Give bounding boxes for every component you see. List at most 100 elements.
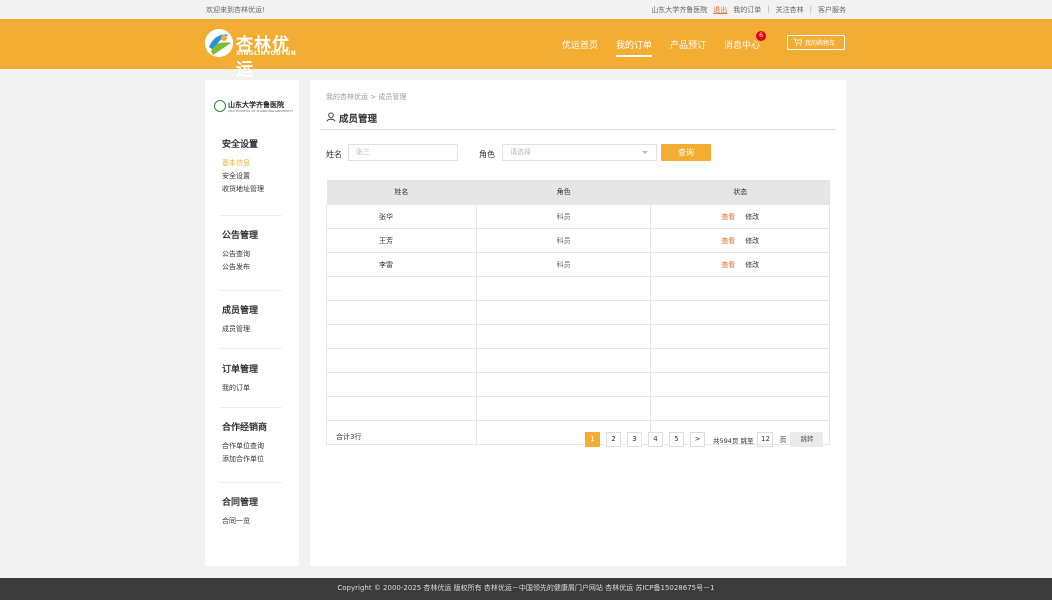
sidebar-item-basic-info[interactable]: 基本信息 — [222, 157, 264, 170]
my-orders-link[interactable]: 我的订单 — [733, 5, 761, 15]
role-select-value: 请选择 — [510, 148, 531, 156]
sidebar-group-contracts: 合同管理 合同一览 — [222, 495, 258, 528]
sidebar-item-my-orders[interactable]: 我的订单 — [222, 382, 258, 395]
hospital-emblem-icon — [214, 100, 226, 112]
logout-link[interactable]: 退出 — [713, 5, 727, 15]
empty-row — [326, 300, 830, 325]
cell-role: 科员 — [475, 252, 652, 277]
footer: Copyright © 2000-2025 杏林优运 版权所有 杏林优运－中国领… — [0, 578, 1052, 600]
breadcrumb: 我的杏林优运 > 成员管理 — [326, 93, 407, 101]
role-label: 角色 — [479, 150, 495, 159]
edit-link[interactable]: 修改 — [745, 237, 759, 245]
sidebar-group-notice: 公告管理 公告查询 公告发布 — [222, 228, 258, 274]
sidebar: 山东大学齐鲁医院 QILU HOSPITAL OF SHANDONG UNIVE… — [205, 80, 299, 566]
cart-icon — [793, 38, 803, 48]
sidebar-group-title: 合作经销商 — [222, 423, 268, 433]
sidebar-item-security-settings[interactable]: 安全设置 — [222, 170, 264, 183]
sidebar-group-title: 合同管理 — [222, 498, 259, 508]
separator: | — [767, 5, 770, 13]
column-header-name: 姓名 — [326, 180, 477, 205]
table-header-row: 姓名 角色 状态 — [326, 180, 830, 205]
column-header-role: 角色 — [476, 180, 651, 205]
sidebar-item-contract-list[interactable]: 合同一览 — [222, 515, 258, 528]
view-link[interactable]: 查看 — [721, 237, 735, 245]
sidebar-group-security: 安全设置 基本信息 安全设置 收货地址管理 — [222, 137, 264, 196]
sidebar-group-members: 成员管理 成员管理 — [222, 303, 258, 336]
title-divider — [320, 129, 836, 130]
members-table: 姓名 角色 状态 张华 科员 查看 修改 王芳 科员 查看 修改 李雷 科员 查看修… — [326, 180, 830, 445]
sidebar-item-members[interactable]: 成员管理 — [222, 323, 258, 336]
edit-link[interactable]: 修改 — [745, 213, 759, 221]
nav-product-booking[interactable]: 产品预订 — [670, 38, 706, 57]
page-button-3[interactable]: 3 — [627, 432, 642, 447]
top-bar: 欢迎来到杏林优运! 山东大学齐鲁医院 退出 我的订单 | 关注杏林 | 客户服务 — [0, 0, 1052, 19]
sidebar-group-title: 安全设置 — [222, 140, 259, 150]
site-logo[interactable]: 杏林优运 XINGLINYOUYUN — [205, 29, 305, 80]
divider — [220, 215, 282, 216]
nav-my-orders[interactable]: 我的订单 — [616, 38, 653, 57]
sidebar-item-partner-add[interactable]: 添加合作单位 — [222, 453, 267, 466]
cell-actions: 查看 修改 — [650, 252, 830, 277]
follow-link[interactable]: 关注杏林 — [776, 5, 804, 15]
role-select[interactable]: 请选择 — [502, 144, 657, 161]
empty-row — [326, 372, 830, 397]
message-count-badge: 6 — [756, 31, 767, 41]
page-button-2[interactable]: 2 — [606, 432, 621, 447]
page-info: 共594页 跳至 — [713, 436, 754, 445]
nav-message-center[interactable]: 消息中心 6 — [724, 31, 767, 57]
cell-name: 张华 — [326, 204, 477, 229]
sidebar-group-orders: 订单管理 我的订单 — [222, 362, 258, 395]
jump-page-input[interactable]: 12 — [757, 432, 774, 447]
logo-mark-icon — [205, 29, 233, 57]
pagination: 1 2 3 4 5 > 共594页 跳至 12 页 跳转 — [585, 432, 824, 447]
page-title-wrap: 成员管理 — [326, 111, 377, 125]
main-panel: 我的杏林优运 > 成员管理 成员管理 姓名 张三 角色 请选择 查询 姓名 角色… — [310, 80, 846, 566]
empty-row — [326, 324, 830, 349]
page-unit: 页 — [779, 435, 787, 444]
view-link[interactable]: 查看 — [721, 261, 735, 269]
nav-home[interactable]: 优运首页 — [562, 38, 598, 57]
empty-row — [326, 396, 830, 421]
divider — [220, 407, 282, 408]
nav-message-label: 消息中心 — [724, 41, 761, 51]
table-row: 张华 科员 查看 修改 — [326, 204, 830, 229]
empty-row — [326, 348, 830, 373]
cell-role: 科员 — [475, 228, 652, 253]
next-page-button[interactable]: > — [690, 432, 705, 447]
sidebar-item-notice-publish[interactable]: 公告发布 — [222, 261, 258, 274]
page-title: 成员管理 — [339, 114, 378, 125]
cart-button[interactable]: 我的购物车 — [787, 35, 845, 50]
edit-link[interactable]: 修改 — [745, 261, 759, 269]
divider — [220, 348, 282, 349]
org-name: 山东大学齐鲁医院 — [651, 6, 708, 14]
sidebar-item-notice-query[interactable]: 公告查询 — [222, 248, 258, 261]
name-label: 姓名 — [326, 150, 342, 159]
hospital-logo: 山东大学齐鲁医院 QILU HOSPITAL OF SHANDONG UNIVE… — [214, 100, 293, 114]
header: 杏林优运 XINGLINYOUYUN 优运首页 我的订单 产品预订 消息中心 6… — [0, 19, 1052, 80]
page-button-1[interactable]: 1 — [585, 432, 600, 447]
cell-actions: 查看 修改 — [650, 204, 830, 229]
cell-name: 李雷 — [326, 252, 477, 277]
welcome-text: 欢迎来到杏林优运! — [206, 6, 265, 14]
view-link[interactable]: 查看 — [721, 213, 735, 221]
divider — [220, 482, 282, 483]
query-button[interactable]: 查询 — [661, 144, 711, 161]
customer-service-link[interactable]: 客户服务 — [818, 5, 846, 15]
name-input[interactable]: 张三 — [348, 144, 458, 161]
sidebar-item-address[interactable]: 收货地址管理 — [222, 183, 264, 196]
column-header-status: 状态 — [650, 180, 830, 205]
hospital-name-en: QILU HOSPITAL OF SHANDONG UNIVERSITY — [228, 109, 293, 113]
page-button-4[interactable]: 4 — [648, 432, 663, 447]
sidebar-group-title: 成员管理 — [222, 306, 259, 316]
sidebar-group-dealers: 合作经销商 合作单位查询 添加合作单位 — [222, 420, 267, 466]
divider — [220, 290, 282, 291]
cell-role: 科员 — [475, 204, 652, 229]
logo-text-en: XINGLINYOUYUN — [236, 50, 297, 57]
table-row: 王芳 科员 查看 修改 — [326, 228, 830, 253]
jump-button[interactable]: 跳转 — [790, 432, 824, 447]
page-button-5[interactable]: 5 — [669, 432, 684, 447]
sidebar-item-partner-query[interactable]: 合作单位查询 — [222, 440, 267, 453]
top-links: 山东大学齐鲁医院 退出 我的订单 | 关注杏林 | 客户服务 — [651, 5, 846, 15]
empty-row — [326, 276, 830, 301]
sidebar-group-title: 订单管理 — [222, 365, 259, 375]
